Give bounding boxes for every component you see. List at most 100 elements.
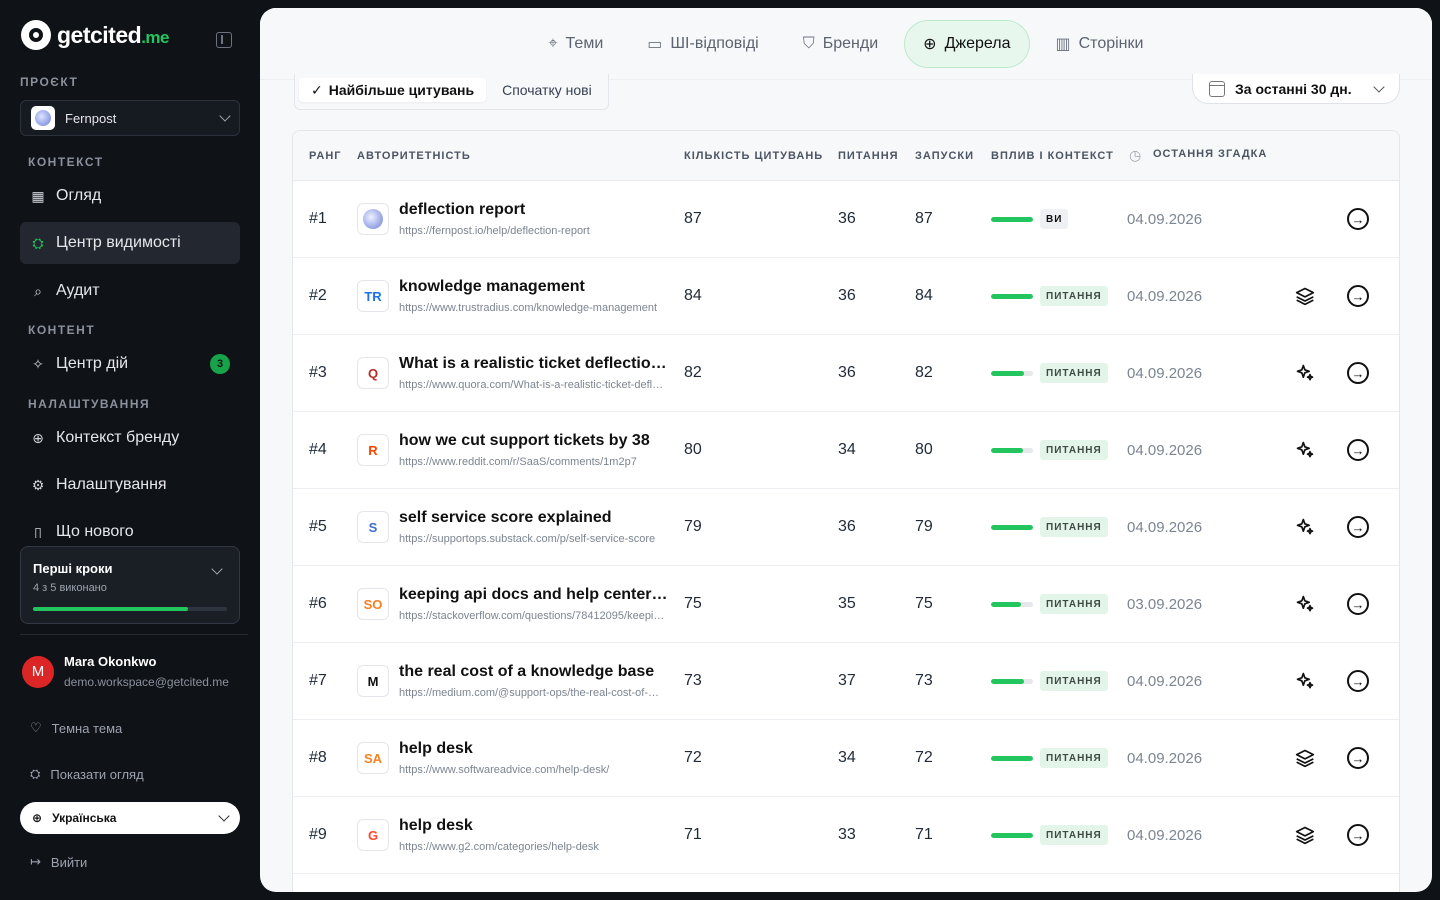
header-citations[interactable]: КІЛЬКІСТЬ ЦИТУВАНЬ [684,150,823,162]
source-title[interactable]: deflection report [399,201,669,219]
sparkles-icon[interactable] [1293,669,1317,693]
sparkles-icon[interactable] [1293,592,1317,616]
date-range-select[interactable]: За останні 30 дн. [1192,74,1400,104]
source-url[interactable]: https://fernpost.io/help/deflection-repo… [399,225,665,237]
sidebar-item-label: Налаштування [56,476,167,493]
chat-icon: ▭ [647,35,663,53]
source-favicon: SO [357,588,389,620]
tab-topics[interactable]: ⌖ Теми [531,20,622,68]
source-title[interactable]: self service score explained [399,509,669,527]
sort-most-cited-button[interactable]: ✓ Найбільше цитувань [299,78,487,102]
header-rank[interactable]: РАНГ [309,150,342,162]
tab-pages[interactable]: ▥ Сторінки [1038,20,1162,68]
source-title[interactable]: how we cut support tickets by 38 [399,432,669,450]
last-mention-date: 04.09.2026 [1127,827,1203,844]
table-row[interactable]: #2 TR knowledge management https://www.trus… [293,258,1399,335]
header-last-mention[interactable]: ОСТАННЯ ЗГАДКА [1153,148,1267,160]
sidebar-item-label: Що нового [56,523,134,538]
layers-icon[interactable] [1293,746,1317,770]
source-url[interactable]: https://www.trustradius.com/knowledge-ma… [399,302,665,314]
onboarding-card[interactable]: Перші кроки 4 з 5 виконано [20,546,240,624]
table-row[interactable]: #5 Sself service score explained https://s… [293,489,1399,566]
tab-ai-answers[interactable]: ▭ ШІ-відповіді [629,20,776,68]
language-select[interactable]: ⊕ Українська [20,802,240,834]
table-row[interactable]: #6 SO keeping api docs and help center in … [293,566,1399,643]
sidebar-item-action-center[interactable]: ✧ Центр дій 3 [20,343,240,385]
header-authority[interactable]: АВТОРИТЕТНІСТЬ [357,150,471,162]
header-questions[interactable]: ПИТАННЯ [838,150,899,162]
question-count: 34 [838,749,856,766]
rank: #5 [309,518,327,535]
source-favicon: M [357,665,389,697]
sidebar-item-brand-context[interactable]: ⊕ Контекст бренду [20,417,240,459]
table-row[interactable]: #9 Ghelp desk https://www.g2.com/categorie… [293,797,1399,874]
tab-brands[interactable]: ⛉ Бренди [785,20,896,68]
impact-bar-fill [991,833,1033,838]
tab-sources[interactable]: ⊕ Джерела [904,19,1030,68]
table-row[interactable]: #1 deflection report https://fernpost.io/h… [293,181,1399,258]
lightbulb-icon: ♡ [30,720,42,735]
source-url[interactable]: https://www.reddit.com/r/SaaS/comments/1… [399,456,665,468]
sparkles-icon[interactable] [1293,438,1317,462]
chevron-down-icon [218,810,230,822]
impact-bar [991,756,1033,761]
collapse-sidebar-icon[interactable] [216,32,232,48]
citation-count: 82 [684,364,702,381]
layers-icon[interactable] [1293,823,1317,847]
source-title[interactable]: knowledge management [399,278,669,296]
source-title[interactable]: help desk [399,740,669,758]
layers-icon[interactable] [1293,284,1317,308]
open-arrow-icon[interactable]: → [1347,593,1369,615]
source-title[interactable]: the real cost of a knowledge base [399,663,669,681]
table-row[interactable]: #3 Q What is a realistic ticket deflection… [293,335,1399,412]
impact-bar-fill [991,756,1033,761]
source-url[interactable]: https://www.quora.com/What-is-a-realisti… [399,379,665,391]
plus-circle-icon: ⊕ [32,429,44,446]
table-row[interactable]: #7 Mthe real cost of a knowledge base http… [293,643,1399,720]
source-title[interactable]: What is a realistic ticket deflection ra… [399,355,669,373]
source-title[interactable]: keeping api docs and help center in sync [399,586,669,604]
source-favicon: TR [357,280,389,312]
sort-newest-button[interactable]: Спочатку нові [490,78,604,102]
satellite-icon: ⛭ [32,234,44,251]
open-arrow-icon[interactable]: → [1347,747,1369,769]
header-runs[interactable]: ЗАПУСКИ [915,150,974,162]
sparkles-icon[interactable] [1293,361,1317,385]
source-url[interactable]: https://stackoverflow.com/questions/7841… [399,610,665,622]
sidebar-item-visibility-center[interactable]: ⛭ Центр видимості [20,222,240,264]
table-row[interactable]: #8 SA help desk https://www.softwareadvice.… [293,720,1399,797]
source-url[interactable]: https://medium.com/@support-ops/the-real… [399,687,665,699]
open-arrow-icon[interactable]: → [1347,439,1369,461]
source-favicon: R [357,434,389,466]
user-profile[interactable]: M Mara Okonkwo demo.workspace@getcited.m… [22,654,229,689]
project-select[interactable]: Fernpost [20,100,240,136]
scan-icon: ⌖ [548,34,558,52]
open-arrow-icon[interactable]: → [1347,516,1369,538]
sidebar-item-whats-new[interactable]: ▯ Що нового [20,520,240,538]
sparkles-icon[interactable] [1293,515,1317,539]
open-arrow-icon[interactable]: → [1347,670,1369,692]
open-arrow-icon[interactable]: → [1347,208,1369,230]
content-section-label: КОНТЕНТ [28,323,96,337]
dark-theme-toggle[interactable]: ♡ Темна тема [30,720,122,736]
open-arrow-icon[interactable]: → [1347,285,1369,307]
logout-icon: ↦ [30,854,41,869]
source-title[interactable]: help desk [399,817,669,835]
open-arrow-icon[interactable]: → [1347,362,1369,384]
source-url[interactable]: https://www.softwareadvice.com/help-desk… [399,764,665,776]
show-tour-link[interactable]: ⛭ Показати огляд [30,766,144,782]
grid-icon: ▦ [31,187,45,204]
logo[interactable]: getcited.me [21,20,169,50]
header-impact[interactable]: ВПЛИВ І КОНТЕКСТ [991,150,1114,162]
last-mention-date: 04.09.2026 [1127,442,1203,459]
sidebar-item-overview[interactable]: ▦ Огляд [20,175,240,217]
open-arrow-icon[interactable]: → [1347,824,1369,846]
logout-link[interactable]: ↦ Вийти [30,854,87,870]
source-url[interactable]: https://www.g2.com/categories/help-desk [399,841,665,853]
source-url[interactable]: https://supportops.substack.com/p/self-s… [399,533,665,545]
date-range-value: За останні 30 дн. [1235,80,1352,97]
table-row[interactable]: #4 Rhow we cut support tickets by 38 https… [293,412,1399,489]
sidebar-item-audit[interactable]: ⌕ Аудит [20,270,240,312]
rank: #8 [309,749,327,766]
sidebar-item-settings[interactable]: ⚙ Налаштування [20,464,240,506]
